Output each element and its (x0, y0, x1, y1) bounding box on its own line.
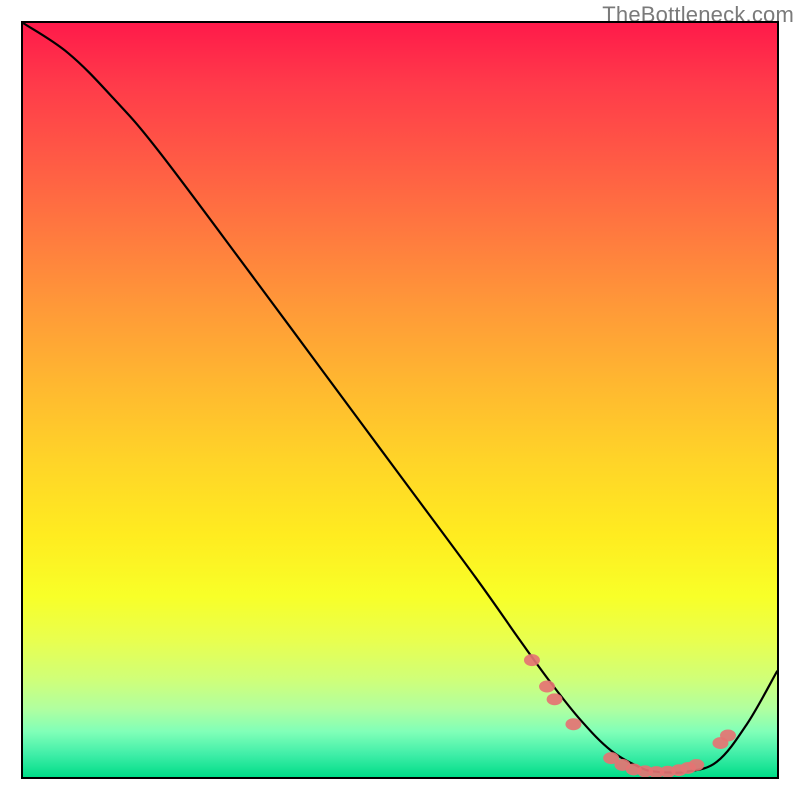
data-marker (524, 654, 540, 666)
curve-layer (23, 23, 777, 777)
bottleneck-curve (23, 23, 777, 773)
chart-container: TheBottleneck.com (0, 0, 800, 800)
data-marker (688, 759, 704, 771)
data-marker (547, 693, 563, 705)
data-marker (720, 730, 736, 742)
data-marker (565, 718, 581, 730)
plot-area (21, 21, 779, 779)
data-marker (539, 681, 555, 693)
marker-group (524, 654, 736, 777)
